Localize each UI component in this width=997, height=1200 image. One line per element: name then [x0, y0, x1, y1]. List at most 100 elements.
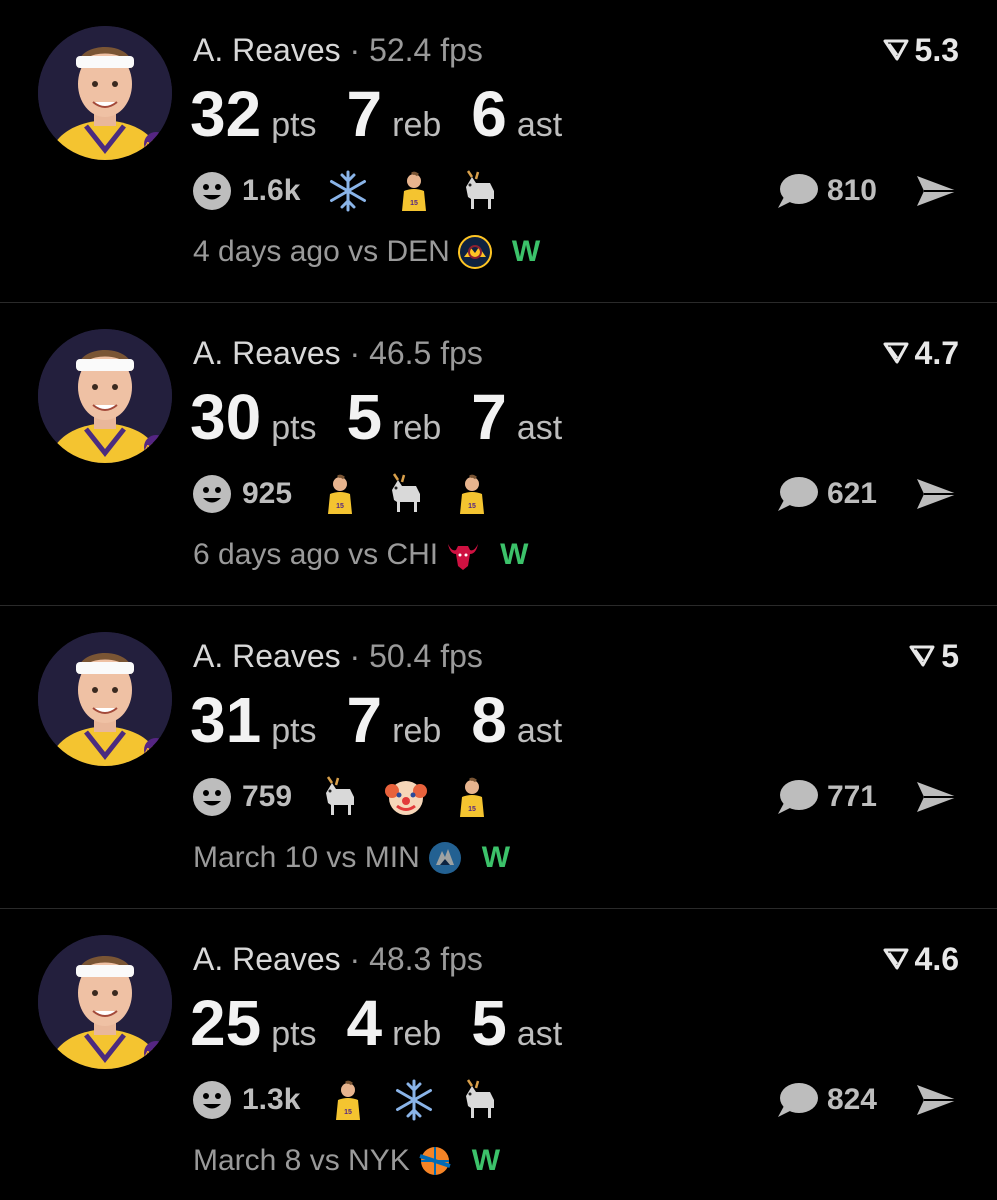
stat-line: 32 pts 7 reb 6 ast: [190, 78, 592, 150]
post-actions: 621: [775, 471, 959, 517]
game-result: W: [471, 1144, 501, 1177]
post-actions: 810: [775, 168, 959, 214]
game-info: March 8 vs NYK W: [193, 1141, 500, 1181]
goat-icon[interactable]: [458, 1078, 502, 1122]
snowflake-icon[interactable]: [326, 169, 370, 213]
assists-value: 5: [471, 987, 507, 1059]
points-value: 32: [190, 78, 262, 150]
knicks-logo: [418, 1144, 452, 1178]
player-avatar[interactable]: [38, 632, 172, 766]
reaction-count[interactable]: 1.6k: [242, 174, 300, 208]
game-result: W: [481, 841, 511, 874]
rating-icon: [883, 342, 909, 364]
stat-post[interactable]: A. Reaves · 48.3 fps 4.6 25 pts 4 reb 5 …: [0, 909, 997, 1200]
comment-count[interactable]: 824: [827, 1083, 877, 1117]
comment-icon[interactable]: [775, 1080, 819, 1120]
player-name[interactable]: A. Reaves: [193, 638, 341, 674]
stat-feed: A. Reaves · 52.4 fps 5.3 32 pts 7 reb 6 …: [0, 0, 997, 1200]
reaction-count[interactable]: 1.3k: [242, 1083, 300, 1117]
share-icon[interactable]: [915, 475, 959, 513]
separator: ·: [349, 941, 361, 977]
player-avatar[interactable]: [38, 26, 172, 160]
comment-count[interactable]: 810: [827, 174, 877, 208]
player-photo-icon[interactable]: [392, 169, 436, 213]
goat-icon[interactable]: [458, 169, 502, 213]
stat-line: 25 pts 4 reb 5 ast: [190, 987, 592, 1059]
share-icon[interactable]: [915, 778, 959, 816]
assists-label: ast: [516, 1015, 563, 1053]
rating-value: 4.7: [914, 335, 959, 371]
fantasy-points: 50.4 fps: [369, 638, 483, 674]
rating-score: 4.6: [883, 939, 959, 979]
rebounds-label: reb: [392, 712, 442, 750]
opponent[interactable]: vs MIN: [326, 841, 419, 875]
comment-count[interactable]: 771: [827, 780, 877, 814]
comment-icon[interactable]: [775, 777, 819, 817]
points-value: 25: [190, 987, 262, 1059]
bulls-logo: [446, 538, 480, 572]
reaction-count[interactable]: 759: [242, 780, 292, 814]
points-label: pts: [271, 1015, 317, 1053]
stat-post[interactable]: A. Reaves · 50.4 fps 5 31 pts 7 reb 8 as…: [0, 606, 997, 909]
player-avatar[interactable]: [38, 329, 172, 463]
opponent[interactable]: vs DEN: [348, 235, 450, 269]
reactions-row: 759: [192, 772, 516, 822]
nuggets-logo: [458, 235, 492, 269]
separator: ·: [349, 638, 361, 674]
player-photo-icon[interactable]: [450, 472, 494, 516]
goat-icon[interactable]: [318, 775, 362, 819]
player-name[interactable]: A. Reaves: [193, 335, 341, 371]
snowflake-icon[interactable]: [392, 1078, 436, 1122]
opponent[interactable]: vs NYK: [310, 1144, 410, 1178]
rebounds-label: reb: [392, 1015, 442, 1053]
comment-icon[interactable]: [775, 474, 819, 514]
rating-value: 5: [941, 638, 959, 674]
player-name[interactable]: A. Reaves: [193, 32, 341, 68]
player-avatar[interactable]: [38, 935, 172, 1069]
comment-icon[interactable]: [775, 171, 819, 211]
rating-icon: [883, 39, 909, 61]
smiley-reaction-icon[interactable]: [192, 474, 232, 514]
fantasy-points: 46.5 fps: [369, 335, 483, 371]
game-date: March 8: [193, 1144, 302, 1177]
assists-label: ast: [516, 409, 563, 447]
game-info: 4 days ago vs DEN W: [193, 232, 540, 272]
stat-post[interactable]: A. Reaves · 46.5 fps 4.7 30 pts 5 reb 7 …: [0, 303, 997, 606]
player-photo-icon[interactable]: [318, 472, 362, 516]
rebounds-value: 4: [346, 987, 383, 1059]
player-photo-icon[interactable]: [326, 1078, 370, 1122]
goat-icon[interactable]: [384, 472, 428, 516]
assists-value: 6: [471, 78, 507, 150]
smiley-reaction-icon[interactable]: [192, 171, 232, 211]
clown-icon[interactable]: [384, 775, 428, 819]
share-icon[interactable]: [915, 172, 959, 210]
reactions-row: 1.6k: [192, 166, 524, 216]
reactions-row: 1.3k: [192, 1075, 524, 1125]
post-actions: 771: [775, 774, 959, 820]
rating-icon: [883, 948, 909, 970]
assists-label: ast: [516, 106, 563, 144]
points-label: pts: [271, 106, 317, 144]
stat-post[interactable]: A. Reaves · 52.4 fps 5.3 32 pts 7 reb 6 …: [0, 0, 997, 303]
comment-count[interactable]: 621: [827, 477, 877, 511]
timberwolves-logo: [428, 841, 462, 875]
player-photo-icon[interactable]: [450, 775, 494, 819]
assists-value: 8: [471, 684, 507, 756]
reactions-row: 925: [192, 469, 516, 519]
rebounds-value: 5: [346, 381, 383, 453]
game-date: 4 days ago: [193, 235, 340, 268]
points-label: pts: [271, 409, 317, 447]
game-result: W: [511, 235, 541, 268]
game-date: March 10: [193, 841, 319, 874]
game-date: 6 days ago: [193, 538, 340, 571]
rebounds-label: reb: [392, 106, 442, 144]
reaction-count[interactable]: 925: [242, 477, 292, 511]
share-icon[interactable]: [915, 1081, 959, 1119]
smiley-reaction-icon[interactable]: [192, 1080, 232, 1120]
rebounds-label: reb: [392, 409, 442, 447]
smiley-reaction-icon[interactable]: [192, 777, 232, 817]
opponent[interactable]: vs CHI: [348, 538, 438, 572]
rating-score: 5.3: [883, 30, 959, 70]
player-name[interactable]: A. Reaves: [193, 941, 341, 977]
post-header: A. Reaves · 52.4 fps: [193, 30, 483, 70]
